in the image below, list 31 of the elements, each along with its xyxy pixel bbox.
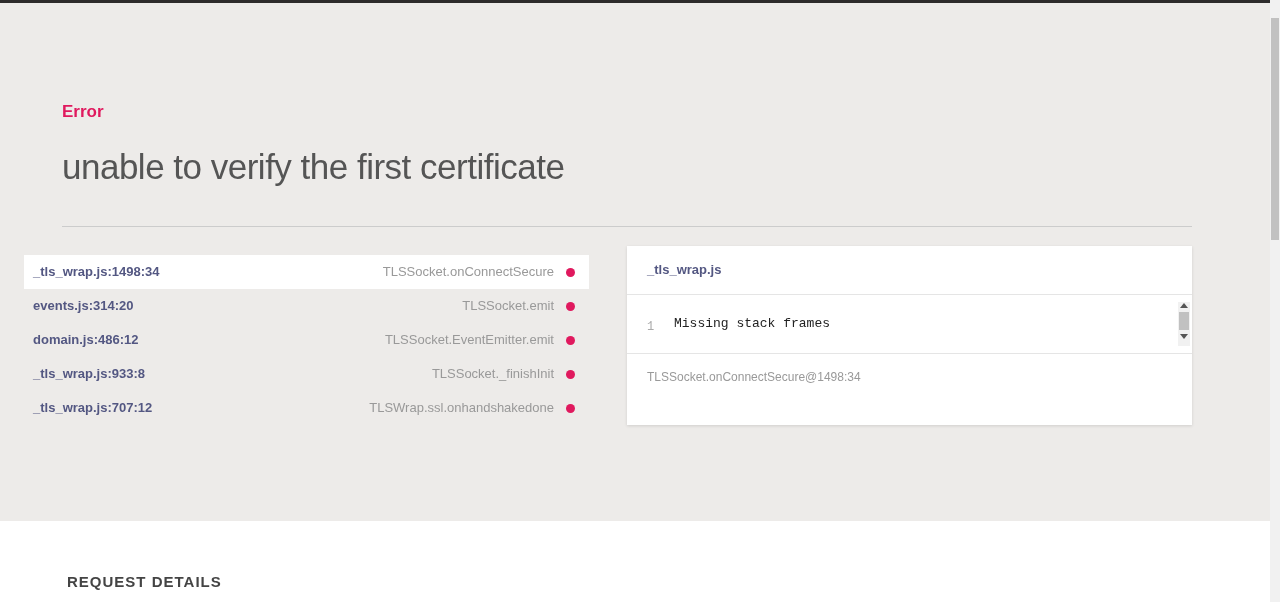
scrollbar[interactable] [1178,301,1190,346]
dot-icon [566,369,575,379]
code-location: TLSSocket.onConnectSecure@1498:34 [647,369,861,384]
code-line: Missing stack frames [674,314,831,333]
stack-frame-row[interactable]: events.js:314:20 TLSSocket.emit [24,289,589,323]
file-name: _tls_wrap.js [647,262,722,277]
stack-frame-row[interactable]: _tls_wrap.js:707:12 TLSWrap.ssl.onhandshakedone [24,391,589,425]
frame-file: domain.js:486:12 [33,331,139,350]
frame-method: TLSSocket.emit [462,297,554,316]
frame-method: TLSSocket.onConnectSecure [382,263,554,282]
error-label: Error [62,101,105,123]
scroll-down-icon[interactable] [1180,333,1188,340]
frame-file: _tls_wrap.js:707:12 [33,399,153,418]
section-title: REQUEST DETAILS [66,572,223,592]
frame-file: events.js:314:20 [33,297,134,316]
dot-icon [566,267,575,277]
stack-frame-row[interactable]: domain.js:486:12 TLSSocket.EventEmitter.emit [24,323,589,357]
frame-method: TLSSocket.EventEmitter.emit [384,331,554,350]
frame-file: _tls_wrap.js:1498:34 [33,263,160,282]
scroll-up-icon[interactable] [1180,301,1188,308]
dot-icon [566,403,575,413]
frame-method: TLSWrap.ssl.onhandshakedone [369,399,554,418]
page-scrollbar[interactable] [1270,0,1280,602]
frame-method: TLSSocket._finishInit [431,365,554,384]
stack-frame-row[interactable]: _tls_wrap.js:1498:34 TLSSocket.onConnectSecure [24,255,589,289]
dot-icon [566,301,575,311]
stack-frame-row[interactable]: _tls_wrap.js:933:8 TLSSocket._finishInit [24,357,589,391]
frame-file: _tls_wrap.js:933:8 [33,365,145,384]
dot-icon [566,335,575,345]
line-number: 1 [647,318,656,336]
error-message: unable to verify the first certificate [62,145,566,188]
